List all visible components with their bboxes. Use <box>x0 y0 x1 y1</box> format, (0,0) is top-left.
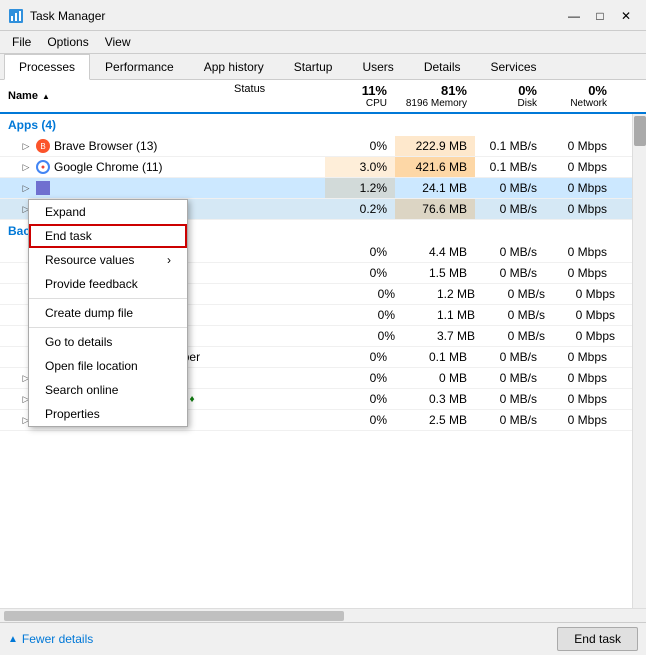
col-header-cpu[interactable]: 11% CPU <box>325 80 395 112</box>
tab-startup[interactable]: Startup <box>279 54 348 79</box>
ctx-separator2 <box>29 327 187 328</box>
column-headers: Name ▲ Status 11% CPU 81% 8196 Memory 0%… <box>0 80 646 114</box>
tab-services[interactable]: Services <box>476 54 552 79</box>
title-bar: Task Manager — □ ✕ <box>0 0 646 31</box>
ctx-resource-values[interactable]: Resource values › <box>29 248 187 272</box>
ctx-separator <box>29 298 187 299</box>
tab-performance[interactable]: Performance <box>90 54 189 79</box>
ctx-open-file[interactable]: Open file location <box>29 354 187 378</box>
green-dot: ♦ <box>189 394 194 405</box>
expand-icon[interactable]: ▷ <box>20 161 32 173</box>
process-cpu: 3.0% <box>325 157 395 177</box>
menu-view[interactable]: View <box>97 33 139 51</box>
brave-icon: B <box>36 139 50 153</box>
table-row[interactable]: ▷ ● Google Chrome (11) 3.0% 421.6 MB 0.1… <box>0 157 646 178</box>
tab-details[interactable]: Details <box>409 54 476 79</box>
process-icon <box>36 181 50 195</box>
minimize-button[interactable]: — <box>562 6 586 26</box>
table-row[interactable]: ▷ 1.2% 24.1 MB 0 MB/s 0 Mbps <box>0 178 646 199</box>
ctx-end-task[interactable]: End task <box>29 224 187 248</box>
scroll-thumb <box>4 611 344 621</box>
process-name: ▷ ● Google Chrome (11) <box>0 157 230 177</box>
process-cpu: 0% <box>325 136 395 156</box>
process-memory: 222.9 MB <box>395 136 475 156</box>
process-cpu: 0.2% <box>325 199 395 219</box>
tabs: Processes Performance App history Startu… <box>0 54 646 80</box>
scrollbar-horizontal[interactable] <box>0 608 646 622</box>
process-cpu: 1.2% <box>325 178 395 198</box>
process-network: 0 Mbps <box>545 178 615 198</box>
context-menu: Expand End task Resource values › Provid… <box>28 199 188 427</box>
process-memory: 76.6 MB <box>395 199 475 219</box>
main-content: Name ▲ Status 11% CPU 81% 8196 Memory 0%… <box>0 80 646 622</box>
tab-users[interactable]: Users <box>347 54 408 79</box>
process-disk: 0 MB/s <box>475 199 545 219</box>
chrome-icon: ● <box>36 160 50 174</box>
window-controls: — □ ✕ <box>562 6 638 26</box>
ctx-search-online[interactable]: Search online <box>29 378 187 402</box>
process-disk: 0 MB/s <box>475 178 545 198</box>
menu-bar: File Options View <box>0 31 646 54</box>
fewer-details-button[interactable]: ▲ Fewer details <box>8 632 93 646</box>
col-header-status[interactable]: Status <box>230 80 325 112</box>
process-status <box>230 143 325 149</box>
tab-processes[interactable]: Processes <box>4 54 90 80</box>
expand-icon[interactable]: ▷ <box>20 140 32 152</box>
process-status <box>230 206 325 212</box>
ctx-provide-feedback[interactable]: Provide feedback <box>29 272 187 296</box>
table-row[interactable]: ▷ B Brave Browser (13) 0% 222.9 MB 0.1 M… <box>0 136 646 157</box>
process-network: 0 Mbps <box>545 136 615 156</box>
expand-icon[interactable]: ▷ <box>20 182 32 194</box>
section-apps: Apps (4) <box>0 114 646 136</box>
process-name: ▷ <box>0 178 230 198</box>
ctx-create-dump[interactable]: Create dump file <box>29 301 187 325</box>
col-header-network[interactable]: 0% Network <box>545 80 615 112</box>
process-name: ▷ B Brave Browser (13) <box>0 136 230 156</box>
chevron-up-icon: ▲ <box>8 634 18 645</box>
ctx-properties[interactable]: Properties <box>29 402 187 426</box>
end-task-button[interactable]: End task <box>557 627 638 651</box>
process-status <box>230 164 325 170</box>
process-table: Apps (4) ▷ B Brave Browser (13) 0% 222.9… <box>0 114 646 608</box>
scrollbar-vertical[interactable] <box>632 114 646 608</box>
tab-app-history[interactable]: App history <box>189 54 279 79</box>
process-disk: 0.1 MB/s <box>475 136 545 156</box>
ctx-expand[interactable]: Expand <box>29 200 187 224</box>
process-memory: 24.1 MB <box>395 178 475 198</box>
menu-options[interactable]: Options <box>39 33 96 51</box>
ctx-go-to-details[interactable]: Go to details <box>29 330 187 354</box>
maximize-button[interactable]: □ <box>588 6 612 26</box>
process-status <box>230 185 325 191</box>
bottom-bar: ▲ Fewer details End task <box>0 622 646 655</box>
close-button[interactable]: ✕ <box>614 6 638 26</box>
process-network: 0 Mbps <box>545 157 615 177</box>
menu-file[interactable]: File <box>4 33 39 51</box>
col-header-disk[interactable]: 0% Disk <box>475 80 545 112</box>
title-bar-title: Task Manager <box>30 9 105 23</box>
process-network: 0 Mbps <box>545 199 615 219</box>
col-header-name[interactable]: Name ▲ <box>0 80 230 112</box>
process-disk: 0.1 MB/s <box>475 157 545 177</box>
process-memory: 421.6 MB <box>395 157 475 177</box>
taskmanager-icon <box>8 8 24 24</box>
col-header-memory[interactable]: 81% 8196 Memory <box>395 80 475 112</box>
sort-arrow: ▲ <box>42 92 50 101</box>
